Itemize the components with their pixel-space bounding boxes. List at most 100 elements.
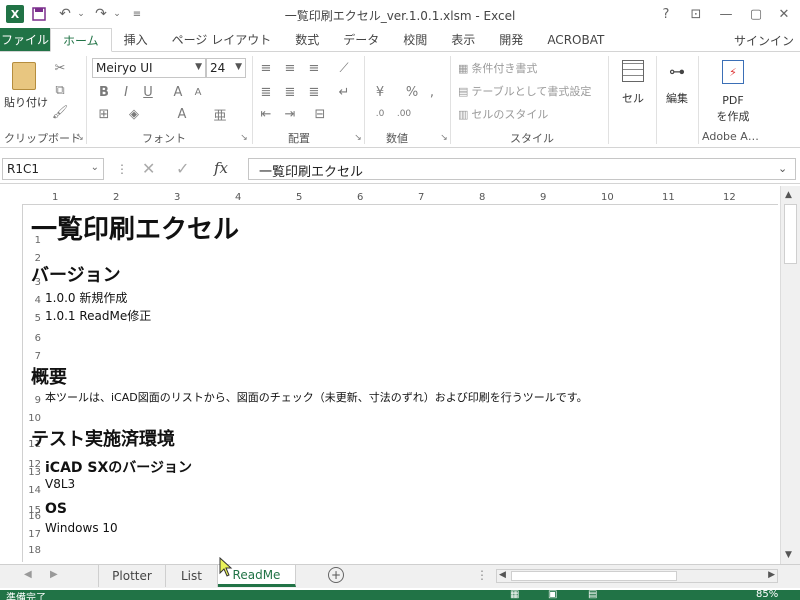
merge-center-icon[interactable]: ⊟ bbox=[312, 106, 328, 122]
tab-data[interactable]: データ bbox=[331, 28, 391, 51]
row-number[interactable]: 5 bbox=[27, 313, 41, 324]
cell-row-8[interactable]: 概要 bbox=[31, 363, 67, 389]
align-right-icon[interactable]: ≣ bbox=[306, 84, 322, 100]
font-launcher-icon[interactable]: ↘ bbox=[236, 130, 252, 146]
borders-icon[interactable]: ⊞ bbox=[96, 106, 112, 122]
row-number[interactable]: 6 bbox=[27, 333, 41, 344]
name-box[interactable]: R1C1 ⌄ bbox=[2, 158, 104, 180]
scroll-right-arrow-icon[interactable]: ▶ bbox=[768, 570, 775, 580]
conditional-formatting-button[interactable]: ▦ 条件付き書式 bbox=[458, 60, 537, 76]
italic-button[interactable]: I bbox=[118, 84, 134, 100]
formula-bar-menu-icon[interactable]: ⋮ bbox=[116, 162, 128, 176]
row-number[interactable]: 9 bbox=[27, 395, 41, 406]
cell-row-11[interactable]: テスト実施済環境 bbox=[31, 425, 175, 451]
minimize-button[interactable]: — bbox=[712, 2, 740, 26]
row-number[interactable]: 14 bbox=[27, 485, 41, 496]
horizontal-scrollbar[interactable]: ◀ ▶ bbox=[496, 569, 778, 583]
cell-row-13[interactable]: iCAD SXのバージョン bbox=[45, 457, 192, 477]
help-button[interactable]: ? bbox=[652, 2, 680, 26]
scroll-sheets-left-icon[interactable]: ◀ bbox=[24, 569, 32, 580]
paste-button[interactable]: 貼り付け bbox=[4, 58, 48, 118]
tab-review[interactable]: 校閲 bbox=[391, 28, 439, 51]
excel-app-icon[interactable]: X bbox=[6, 5, 24, 23]
fill-color-icon[interactable]: ◈ bbox=[126, 106, 142, 122]
format-as-table-button[interactable]: ▤ テーブルとして書式設定 bbox=[458, 83, 591, 99]
percent-button[interactable]: % bbox=[404, 84, 420, 100]
restore-button[interactable]: ▢ bbox=[742, 2, 770, 26]
scroll-down-arrow-icon[interactable]: ▼ bbox=[785, 550, 792, 560]
tab-split-handle-icon[interactable]: ⋮ bbox=[476, 568, 488, 582]
orientation-icon[interactable]: ⟋ bbox=[336, 60, 352, 76]
worksheet-page[interactable]: 1 一覧印刷エクセル 2 3 バージョン 4 1.0.0 新規作成 5 1.0.1 ReadMe… bbox=[22, 204, 778, 562]
increase-font-icon[interactable]: A bbox=[170, 84, 186, 100]
decrease-indent-icon[interactable]: ⇤ bbox=[258, 106, 274, 122]
row-number[interactable]: 18 bbox=[27, 545, 41, 556]
expand-formula-icon[interactable]: ⌄ bbox=[778, 162, 787, 175]
ribbon-display-options-icon[interactable]: ⊡ bbox=[682, 2, 710, 26]
tab-formulas[interactable]: 数式 bbox=[283, 28, 331, 51]
cell-row-5[interactable]: 1.0.1 ReadMe修正 bbox=[45, 307, 151, 324]
tab-file[interactable]: ファイル bbox=[0, 28, 50, 51]
normal-view-icon[interactable]: ▦ bbox=[510, 589, 519, 600]
tab-insert[interactable]: 挿入 bbox=[112, 28, 160, 51]
cells-button[interactable]: セル bbox=[616, 58, 650, 122]
new-sheet-icon[interactable]: + bbox=[328, 567, 344, 583]
undo-icon[interactable]: ↶ bbox=[54, 3, 76, 25]
tab-page-layout[interactable]: ページ レイアウト bbox=[160, 28, 284, 51]
save-icon[interactable] bbox=[28, 3, 50, 25]
accounting-format-icon[interactable]: ¥ bbox=[372, 84, 388, 100]
cell-row-3[interactable]: バージョン bbox=[31, 261, 121, 287]
phonetic-icon[interactable]: 亜 bbox=[212, 106, 228, 124]
signin-link[interactable]: サインイン bbox=[734, 32, 794, 49]
insert-function-button[interactable]: fx bbox=[214, 159, 228, 177]
cell-row-9[interactable]: 本ツールは、iCAD図面のリストから、図面のチェック（未更新、寸法のずれ）および… bbox=[45, 389, 588, 405]
vertical-scrollbar[interactable]: ▲ ▼ bbox=[780, 186, 800, 564]
scroll-left-arrow-icon[interactable]: ◀ bbox=[499, 570, 506, 580]
close-button[interactable]: ✕ bbox=[770, 2, 798, 26]
scroll-sheets-right-icon[interactable]: ▶ bbox=[50, 569, 58, 580]
cell-row-14[interactable]: V8L3 bbox=[45, 477, 75, 491]
bold-button[interactable]: B bbox=[96, 84, 112, 100]
row-number[interactable]: 13 bbox=[27, 467, 41, 478]
redo-icon[interactable]: ↷ bbox=[90, 3, 112, 25]
row-number[interactable]: 7 bbox=[27, 351, 41, 362]
align-left-icon[interactable]: ≣ bbox=[258, 84, 274, 100]
create-pdf-button[interactable]: ⚡ PDF を作成 bbox=[708, 58, 758, 128]
cell-styles-button[interactable]: ▥ セルのスタイル bbox=[458, 106, 548, 122]
zoom-level[interactable]: 85% bbox=[756, 589, 778, 600]
font-color-icon[interactable]: A bbox=[174, 106, 190, 122]
row-number[interactable]: 10 bbox=[27, 413, 41, 424]
cell-row-4[interactable]: 1.0.0 新規作成 bbox=[45, 289, 127, 306]
align-bottom-icon[interactable]: ≡ bbox=[306, 60, 322, 76]
scroll-thumb[interactable] bbox=[784, 204, 797, 264]
align-middle-icon[interactable]: ≡ bbox=[282, 60, 298, 76]
copy-icon[interactable]: ⧉ bbox=[52, 82, 68, 98]
cancel-icon[interactable]: ✕ bbox=[142, 159, 155, 178]
page-break-view-icon[interactable]: ▤ bbox=[588, 589, 597, 600]
comma-style-icon[interactable]: , bbox=[424, 84, 440, 100]
scroll-up-arrow-icon[interactable]: ▲ bbox=[785, 190, 792, 200]
sheet-tab-plotter[interactable]: Plotter bbox=[98, 565, 166, 587]
formula-input[interactable]: 一覧印刷エクセル bbox=[248, 158, 796, 180]
decrease-font-icon[interactable]: A bbox=[190, 84, 206, 100]
align-center-icon[interactable]: ≣ bbox=[282, 84, 298, 100]
row-number[interactable]: 17 bbox=[27, 529, 41, 540]
redo-dropdown-icon[interactable]: ⌄ bbox=[112, 3, 122, 25]
increase-decimal-icon[interactable]: .0 bbox=[372, 106, 388, 122]
row-number[interactable]: 4 bbox=[27, 295, 41, 306]
underline-button[interactable]: U bbox=[140, 84, 156, 100]
cut-icon[interactable]: ✂ bbox=[52, 60, 68, 76]
decrease-decimal-icon[interactable]: .00 bbox=[396, 106, 412, 122]
page-layout-view-icon[interactable]: ▣ bbox=[548, 589, 557, 600]
tab-view[interactable]: 表示 bbox=[439, 28, 487, 51]
customize-quick-access-icon[interactable]: ≡ bbox=[126, 3, 148, 25]
cell-row-1[interactable]: 一覧印刷エクセル bbox=[31, 209, 239, 246]
sheet-tab-list[interactable]: List bbox=[166, 565, 218, 587]
row-number[interactable]: 16 bbox=[27, 511, 41, 522]
font-name-dropdown[interactable]: Meiryo UI ▼ bbox=[92, 58, 206, 78]
cell-row-17[interactable]: Windows 10 bbox=[45, 521, 118, 535]
tab-home[interactable]: ホーム bbox=[50, 28, 112, 52]
wrap-text-icon[interactable]: ↵ bbox=[336, 84, 352, 100]
undo-dropdown-icon[interactable]: ⌄ bbox=[76, 3, 86, 25]
horizontal-scroll-thumb[interactable] bbox=[511, 571, 677, 581]
